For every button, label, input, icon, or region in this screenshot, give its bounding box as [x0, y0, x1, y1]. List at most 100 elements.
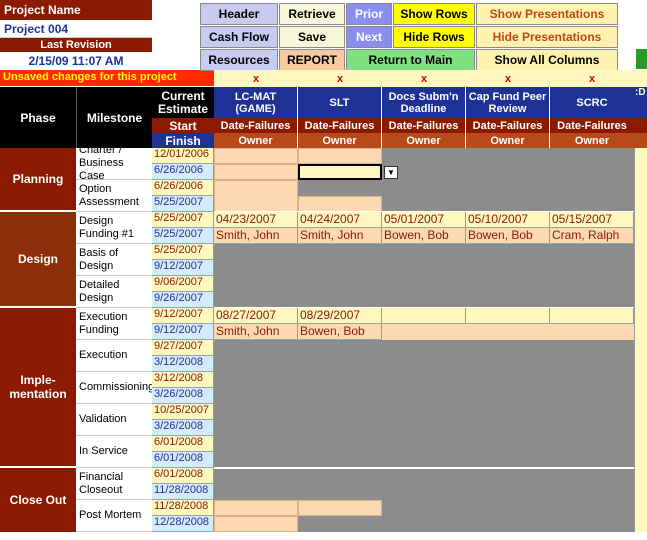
- input-cell[interactable]: [214, 180, 298, 212]
- col-title-cap-fund[interactable]: Cap Fund Peer Review: [466, 87, 550, 118]
- next-button[interactable]: Next: [346, 26, 392, 48]
- show-rows-button[interactable]: Show Rows: [393, 3, 475, 25]
- show-all-columns-button[interactable]: Show All Columns: [476, 49, 618, 71]
- retrieve-button[interactable]: Retrieve: [279, 3, 345, 25]
- finish-date[interactable]: 5/25/2007: [152, 196, 214, 212]
- col-sub-5: Date-Failures: [550, 118, 634, 133]
- input-cell[interactable]: [298, 196, 382, 212]
- start-date[interactable]: 9/27/2007: [152, 340, 214, 356]
- hide-presentations-button[interactable]: Hide Presentations: [476, 26, 618, 48]
- design-funding-date-2[interactable]: 04/24/2007: [298, 212, 382, 228]
- selected-input-cell[interactable]: [298, 164, 382, 180]
- finish-date[interactable]: 9/12/2007: [152, 324, 214, 340]
- milestone-execution-funding[interactable]: Execution Funding: [76, 308, 152, 340]
- start-date[interactable]: 12/01/2006: [152, 148, 214, 164]
- milestone-basis-of-design[interactable]: Basis of Design: [76, 244, 152, 276]
- start-date[interactable]: 11/28/2008: [152, 500, 214, 516]
- design-funding-date-3[interactable]: 05/01/2007: [382, 212, 466, 228]
- col-owner-5: Owner: [550, 133, 634, 148]
- last-revision-value: 2/15/09 11:07 AM: [0, 52, 152, 69]
- save-button[interactable]: Save: [279, 26, 345, 48]
- design-funding-owner-1[interactable]: Smith, John: [214, 228, 298, 244]
- header-button[interactable]: Header: [200, 3, 278, 25]
- milestone-financial-closeout[interactable]: Financial Closeout: [76, 468, 152, 500]
- input-cell[interactable]: [214, 164, 298, 180]
- input-cell[interactable]: [214, 148, 298, 164]
- execution-funding-owner-1[interactable]: Smith, John: [214, 324, 298, 340]
- finish-date[interactable]: 5/25/2007: [152, 228, 214, 244]
- execution-funding-date-1[interactable]: 08/27/2007: [214, 308, 298, 324]
- design-funding-date-5[interactable]: 05/15/2007: [550, 212, 634, 228]
- start-date[interactable]: 6/01/2008: [152, 468, 214, 484]
- finish-label: Finish: [152, 133, 214, 148]
- finish-date[interactable]: 9/26/2007: [152, 292, 214, 308]
- start-date[interactable]: 9/12/2007: [152, 308, 214, 324]
- execution-funding-date-4[interactable]: [466, 308, 550, 324]
- design-funding-owner-5[interactable]: Cram, Ralph: [550, 228, 634, 244]
- finish-date[interactable]: 3/26/2008: [152, 420, 214, 436]
- start-date[interactable]: 9/06/2007: [152, 276, 214, 292]
- milestone-execution[interactable]: Execution: [76, 340, 152, 372]
- x-mark-4[interactable]: x: [466, 70, 550, 87]
- milestone-option-assessment[interactable]: Option Assessment: [76, 180, 152, 212]
- finish-date[interactable]: 11/28/2008: [152, 484, 214, 500]
- milestone-detailed-design[interactable]: Detailed Design: [76, 276, 152, 308]
- cash-flow-button[interactable]: Cash Flow: [200, 26, 278, 48]
- x-mark-1[interactable]: x: [214, 70, 298, 87]
- milestone-validation[interactable]: Validation: [76, 404, 152, 436]
- input-cell[interactable]: [298, 148, 382, 164]
- milestone-design-funding[interactable]: Design Funding #1: [76, 212, 152, 244]
- start-date[interactable]: 5/25/2007: [152, 212, 214, 228]
- input-cell[interactable]: [214, 516, 298, 532]
- design-funding-owner-3[interactable]: Bowen, Bob: [382, 228, 466, 244]
- x-mark-2[interactable]: x: [298, 70, 382, 87]
- col-title-docs[interactable]: Docs Subm'n Deadline: [382, 87, 466, 118]
- col-title-overflow: :D: [634, 87, 647, 118]
- project-name-value[interactable]: Project 004: [0, 20, 152, 38]
- execution-funding-date-5[interactable]: [550, 308, 634, 324]
- finish-date[interactable]: 6/26/2006: [152, 164, 214, 180]
- show-presentations-button[interactable]: Show Presentations: [476, 3, 618, 25]
- resources-button[interactable]: Resources: [200, 49, 278, 71]
- col-sub-1: Date-Failures: [214, 118, 298, 133]
- start-date[interactable]: 10/25/2007: [152, 404, 214, 420]
- milestone-charter[interactable]: Charter / Business Case: [76, 148, 152, 180]
- execution-funding-date-2[interactable]: 08/29/2007: [298, 308, 382, 324]
- start-date[interactable]: 5/25/2007: [152, 244, 214, 260]
- return-to-main-button[interactable]: Return to Main: [346, 49, 475, 71]
- x-mark-3[interactable]: x: [382, 70, 466, 87]
- finish-date[interactable]: 6/01/2008: [152, 452, 214, 468]
- col-title-lc-mat[interactable]: LC-MAT (GAME): [214, 87, 298, 118]
- execution-funding-date-3[interactable]: [382, 308, 466, 324]
- start-date[interactable]: 3/12/2008: [152, 372, 214, 388]
- design-funding-date-4[interactable]: 05/10/2007: [466, 212, 550, 228]
- input-cell[interactable]: [214, 500, 298, 516]
- col-sub-4: Date-Failures: [466, 118, 550, 133]
- col-title-scrc[interactable]: SCRC: [550, 87, 634, 118]
- finish-date[interactable]: 9/12/2007: [152, 260, 214, 276]
- current-estimate-header: Current Estimate: [152, 87, 214, 118]
- start-date[interactable]: 6/01/2008: [152, 436, 214, 452]
- milestone-post-mortem[interactable]: Post Mortem: [76, 500, 152, 532]
- prior-button[interactable]: Prior: [346, 3, 392, 25]
- finish-date[interactable]: 3/26/2008: [152, 388, 214, 404]
- report-button[interactable]: REPORT: [279, 49, 345, 71]
- milestone-commissioning[interactable]: Commissioning: [76, 372, 152, 404]
- last-revision-label: Last Revision: [0, 38, 152, 52]
- x-mark-5[interactable]: x: [550, 70, 634, 87]
- milestone-in-service[interactable]: In Service: [76, 436, 152, 468]
- design-funding-owner-2[interactable]: Smith, John: [298, 228, 382, 244]
- hide-rows-button[interactable]: Hide Rows: [393, 26, 475, 48]
- start-date[interactable]: 6/26/2006: [152, 180, 214, 196]
- dropdown-arrow-icon[interactable]: ▼: [384, 166, 398, 179]
- execution-funding-owner-2[interactable]: Bowen, Bob: [298, 324, 382, 340]
- right-edge-strip: [634, 148, 647, 532]
- col-title-slt[interactable]: SLT: [298, 87, 382, 118]
- design-funding-owner-4[interactable]: Bowen, Bob: [466, 228, 550, 244]
- design-funding-date-1[interactable]: 04/23/2007: [214, 212, 298, 228]
- col-sub-2: Date-Failures: [298, 118, 382, 133]
- finish-date[interactable]: 3/12/2008: [152, 356, 214, 372]
- finish-date[interactable]: 12/28/2008: [152, 516, 214, 532]
- green-marker: [636, 49, 647, 69]
- input-cell[interactable]: [298, 500, 382, 516]
